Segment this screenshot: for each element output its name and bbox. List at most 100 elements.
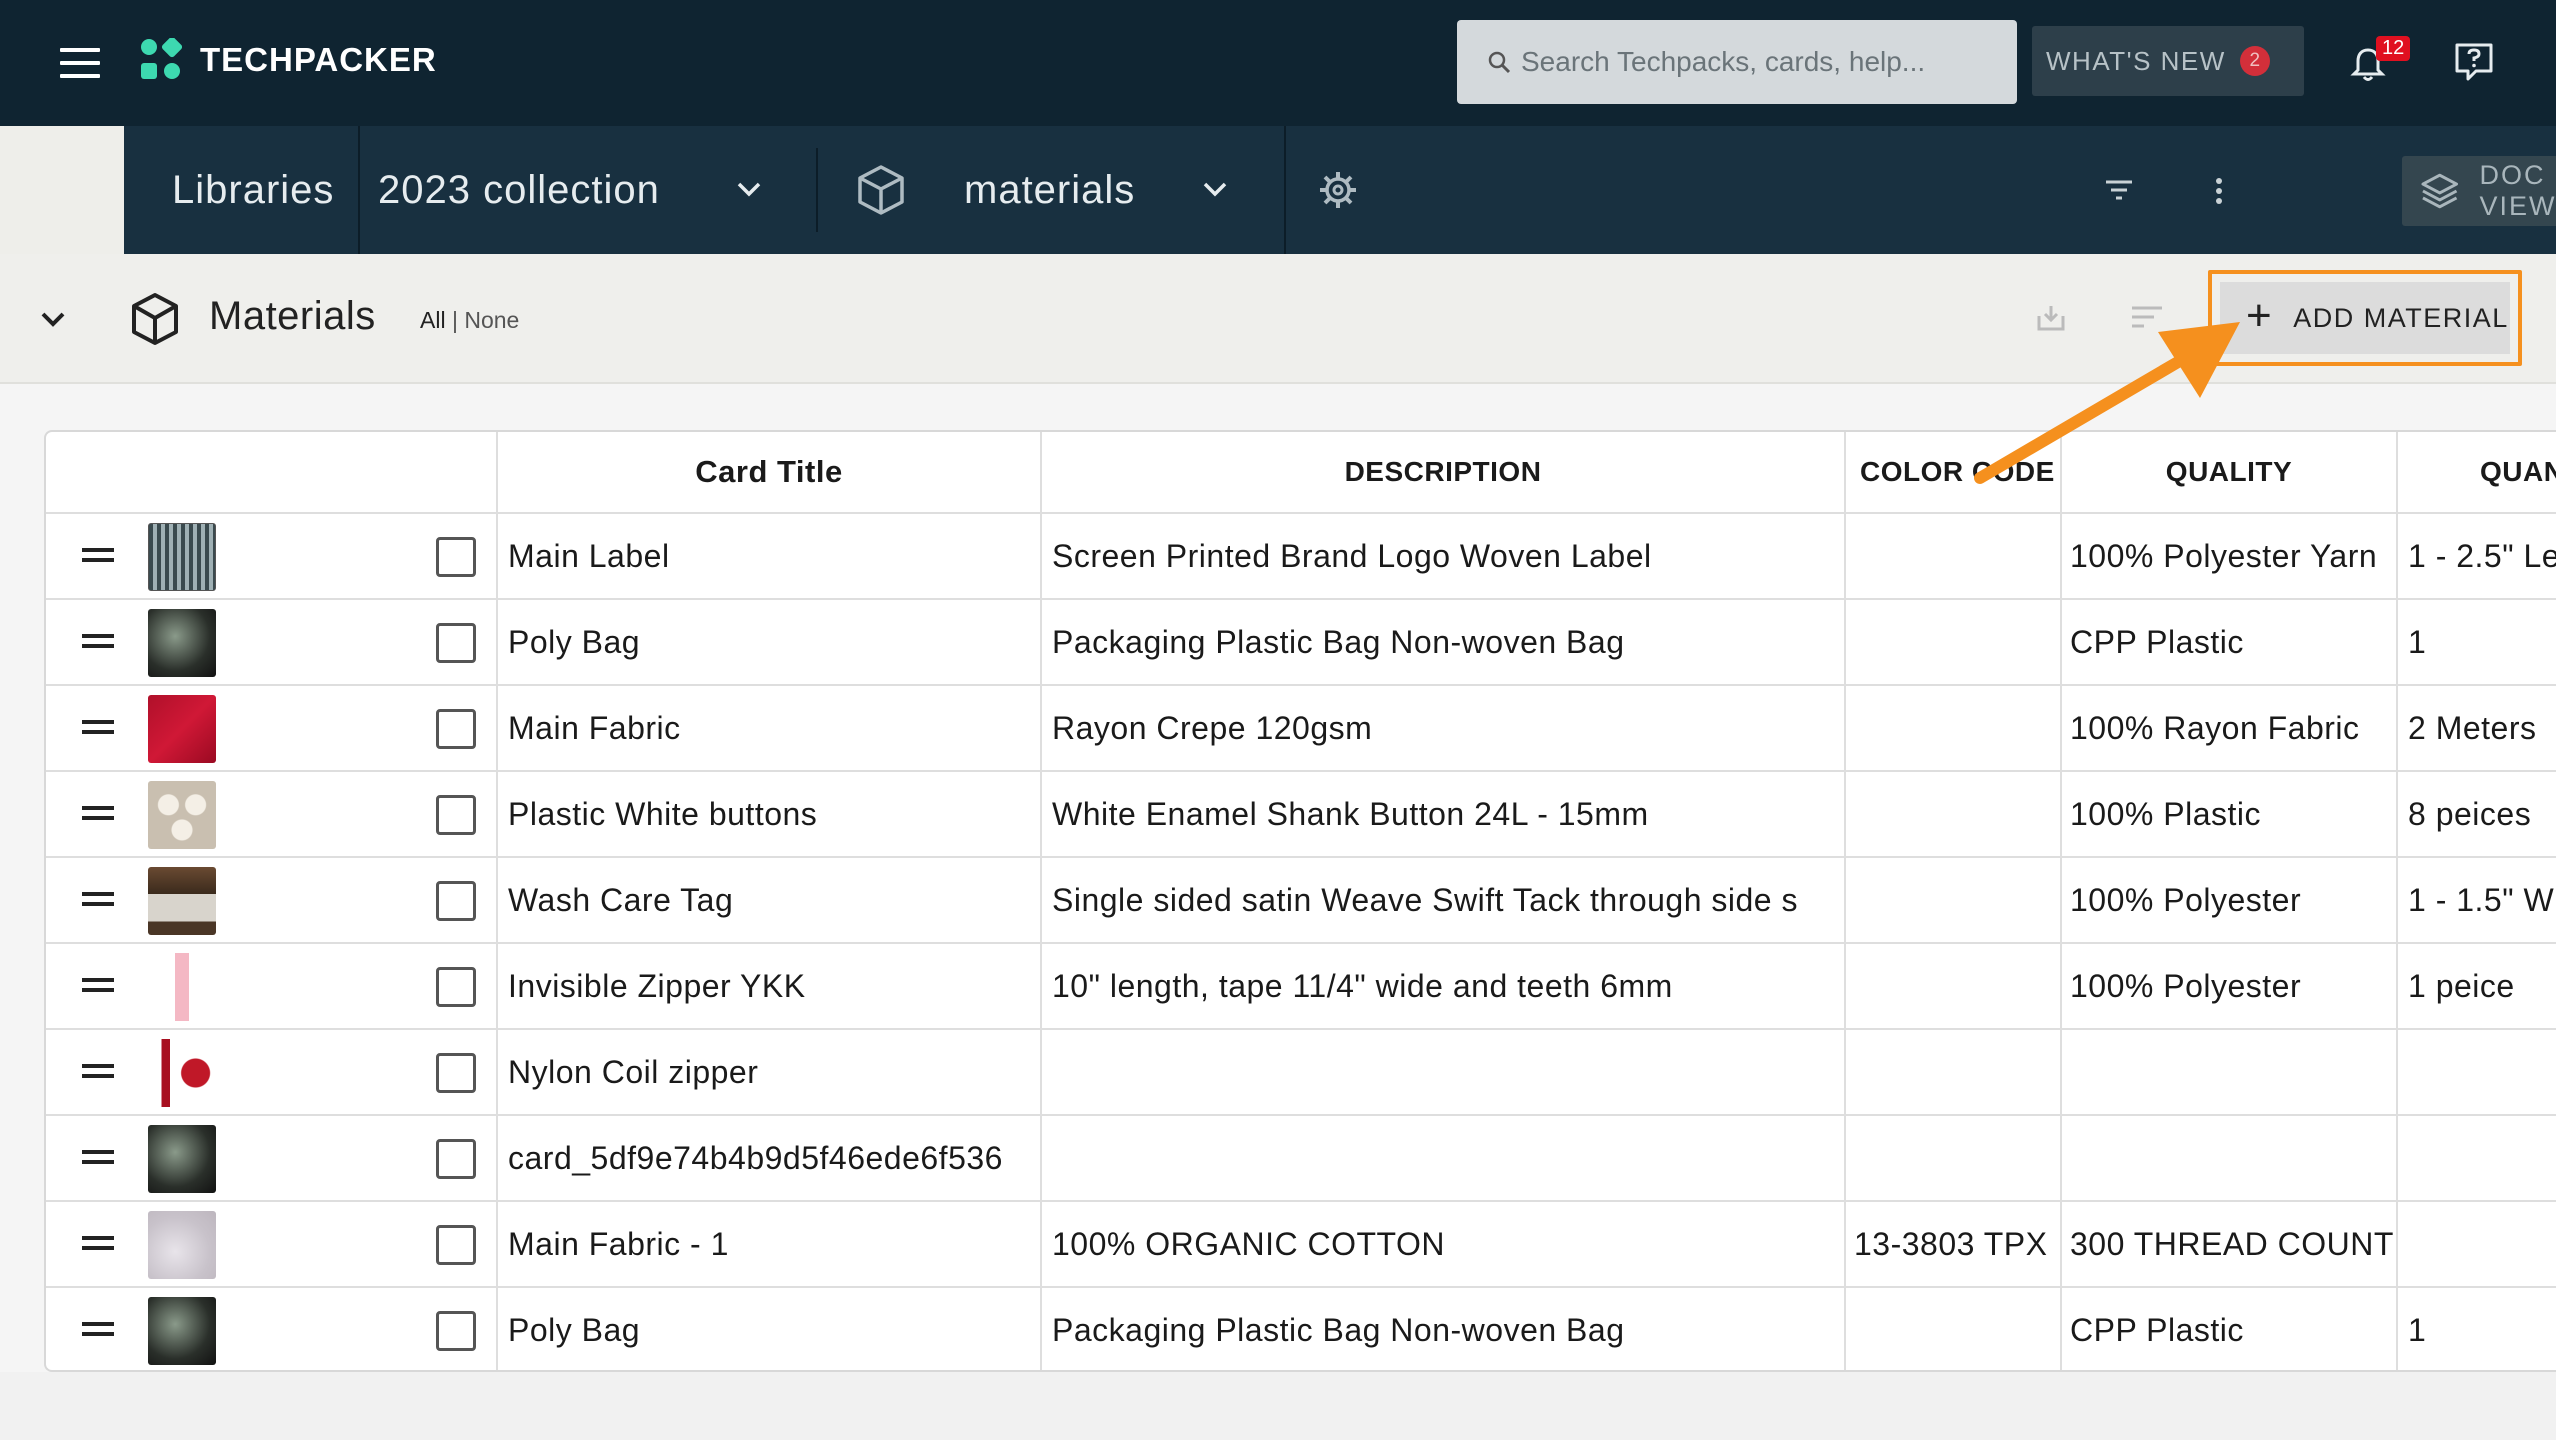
cell-description[interactable]: Screen Printed Brand Logo Woven Label xyxy=(1042,514,1846,598)
drag-handle-icon[interactable] xyxy=(82,548,114,564)
hamburger-menu-icon[interactable] xyxy=(60,48,100,78)
column-header-quantity[interactable]: QUAN xyxy=(2398,432,2556,512)
drag-handle-icon[interactable] xyxy=(82,1150,114,1166)
drag-handle-icon[interactable] xyxy=(82,720,114,736)
cell-quality[interactable]: 100% Polyester Yarn xyxy=(2062,514,2398,598)
cell-color-code[interactable]: 13-3803 TPX xyxy=(1846,1202,2062,1286)
cell-quality[interactable]: 100% Polyester xyxy=(2062,944,2398,1028)
help-chat-icon[interactable] xyxy=(2452,40,2496,84)
cell-card-title[interactable]: Main Fabric - 1 xyxy=(498,1202,1042,1286)
table-row[interactable]: Invisible Zipper YKK 10" length, tape 11… xyxy=(46,944,2556,1030)
collection-selector[interactable]: 2023 collection xyxy=(378,168,660,213)
cell-description[interactable]: 10" length, tape 11/4" wide and teeth 6m… xyxy=(1042,944,1846,1028)
cell-quantity[interactable]: 1 - 1.5" Wi xyxy=(2398,858,2556,942)
table-row[interactable]: Nylon Coil zipper xyxy=(46,1030,2556,1116)
breadcrumb-libraries[interactable]: Libraries xyxy=(172,168,334,213)
table-row[interactable]: Main Fabric Rayon Crepe 120gsm 100% Rayo… xyxy=(46,686,2556,772)
cell-color-code[interactable] xyxy=(1846,944,2062,1028)
cell-card-title[interactable]: Poly Bag xyxy=(498,1288,1042,1370)
doc-view-button[interactable]: DOC VIEW xyxy=(2402,156,2556,226)
cell-card-title[interactable]: Nylon Coil zipper xyxy=(498,1030,1042,1114)
cell-quality[interactable]: 100% Polyester xyxy=(2062,858,2398,942)
cell-quality[interactable]: 100% Rayon Fabric xyxy=(2062,686,2398,770)
cell-description[interactable]: Packaging Plastic Bag Non-woven Bag xyxy=(1042,600,1846,684)
cell-color-code[interactable] xyxy=(1846,1288,2062,1370)
table-row[interactable]: Main Fabric - 1 100% ORGANIC COTTON 13-3… xyxy=(46,1202,2556,1288)
red-zipper-thumbnail[interactable] xyxy=(148,1039,216,1107)
cell-description[interactable]: 100% ORGANIC COTTON xyxy=(1042,1202,1846,1286)
drag-handle-icon[interactable] xyxy=(82,634,114,650)
table-row[interactable]: Wash Care Tag Single sided satin Weave S… xyxy=(46,858,2556,944)
pink-zipper-thumbnail[interactable] xyxy=(148,953,216,1021)
row-checkbox[interactable] xyxy=(436,623,476,663)
add-material-button[interactable]: + ADD MATERIAL xyxy=(2220,282,2510,354)
cell-description[interactable]: Rayon Crepe 120gsm xyxy=(1042,686,1846,770)
select-all-link[interactable]: All xyxy=(420,307,446,333)
cell-description[interactable] xyxy=(1042,1030,1846,1114)
category-selector[interactable]: materials xyxy=(964,168,1135,213)
search-box[interactable] xyxy=(1457,20,2017,104)
cell-description[interactable] xyxy=(1042,1116,1846,1200)
collapse-chevron-down-icon[interactable] xyxy=(40,310,66,328)
grey-fabric-thumbnail[interactable] xyxy=(148,1211,216,1279)
cell-quantity[interactable] xyxy=(2398,1202,2556,1286)
row-checkbox[interactable] xyxy=(436,1053,476,1093)
drag-handle-icon[interactable] xyxy=(82,1322,114,1338)
cell-quality[interactable]: CPP Plastic xyxy=(2062,1288,2398,1370)
sort-icon[interactable] xyxy=(2130,304,2164,332)
techpacker-logo-icon[interactable] xyxy=(140,38,182,80)
cell-card-title[interactable]: Plastic White buttons xyxy=(498,772,1042,856)
poly-bag-thumbnail[interactable] xyxy=(148,1125,216,1193)
cell-quality[interactable] xyxy=(2062,1030,2398,1114)
cell-card-title[interactable]: Wash Care Tag xyxy=(498,858,1042,942)
collection-chevron-down-icon[interactable] xyxy=(736,180,762,198)
more-options-icon[interactable] xyxy=(2214,176,2224,206)
cell-card-title[interactable]: Main Fabric xyxy=(498,686,1042,770)
search-input[interactable] xyxy=(1521,46,2001,78)
cell-quality[interactable] xyxy=(2062,1116,2398,1200)
cell-card-title[interactable]: Invisible Zipper YKK xyxy=(498,944,1042,1028)
red-fabric-thumbnail[interactable] xyxy=(148,695,216,763)
cell-color-code[interactable] xyxy=(1846,858,2062,942)
row-checkbox[interactable] xyxy=(436,881,476,921)
cell-quantity[interactable]: 1 xyxy=(2398,600,2556,684)
woven-label-thumbnail[interactable] xyxy=(148,523,216,591)
cell-color-code[interactable] xyxy=(1846,686,2062,770)
column-header-description[interactable]: DESCRIPTION xyxy=(1042,432,1846,512)
cell-quality[interactable]: CPP Plastic xyxy=(2062,600,2398,684)
poly-bag-thumbnail[interactable] xyxy=(148,1297,216,1365)
row-checkbox[interactable] xyxy=(436,1225,476,1265)
table-row[interactable]: Main Label Screen Printed Brand Logo Wov… xyxy=(46,514,2556,600)
cell-description[interactable]: Single sided satin Weave Swift Tack thro… xyxy=(1042,858,1846,942)
cell-quantity[interactable]: 1 - 2.5" Le xyxy=(2398,514,2556,598)
cell-color-code[interactable] xyxy=(1846,1030,2062,1114)
whats-new-button[interactable]: WHAT'S NEW 2 xyxy=(2032,26,2304,96)
settings-gear-icon[interactable] xyxy=(1318,170,1358,210)
cell-quantity[interactable]: 8 peices xyxy=(2398,772,2556,856)
poly-bag-thumbnail[interactable] xyxy=(148,609,216,677)
cell-quantity[interactable]: 1 xyxy=(2398,1288,2556,1370)
cell-color-code[interactable] xyxy=(1846,772,2062,856)
cell-quantity[interactable]: 2 Meters xyxy=(2398,686,2556,770)
row-checkbox[interactable] xyxy=(436,537,476,577)
drag-handle-icon[interactable] xyxy=(82,978,114,994)
row-checkbox[interactable] xyxy=(436,1311,476,1351)
drag-handle-icon[interactable] xyxy=(82,1064,114,1080)
column-header-quality[interactable]: QUALITY xyxy=(2062,432,2398,512)
drag-handle-icon[interactable] xyxy=(82,892,114,908)
table-row[interactable]: Poly Bag Packaging Plastic Bag Non-woven… xyxy=(46,1288,2556,1370)
download-icon[interactable] xyxy=(2036,302,2066,332)
row-checkbox[interactable] xyxy=(436,709,476,749)
cell-color-code[interactable] xyxy=(1846,600,2062,684)
drag-handle-icon[interactable] xyxy=(82,1236,114,1252)
care-tag-thumbnail[interactable] xyxy=(148,867,216,935)
row-checkbox[interactable] xyxy=(436,1139,476,1179)
row-checkbox[interactable] xyxy=(436,967,476,1007)
table-row[interactable]: Poly Bag Packaging Plastic Bag Non-woven… xyxy=(46,600,2556,686)
white-buttons-thumbnail[interactable] xyxy=(148,781,216,849)
column-header-card-title[interactable]: Card Title xyxy=(498,432,1042,512)
cell-quantity[interactable] xyxy=(2398,1030,2556,1114)
cell-description[interactable]: Packaging Plastic Bag Non-woven Bag xyxy=(1042,1288,1846,1370)
cell-quantity[interactable]: 1 peice xyxy=(2398,944,2556,1028)
table-row[interactable]: card_5df9e74b4b9d5f46ede6f536 xyxy=(46,1116,2556,1202)
